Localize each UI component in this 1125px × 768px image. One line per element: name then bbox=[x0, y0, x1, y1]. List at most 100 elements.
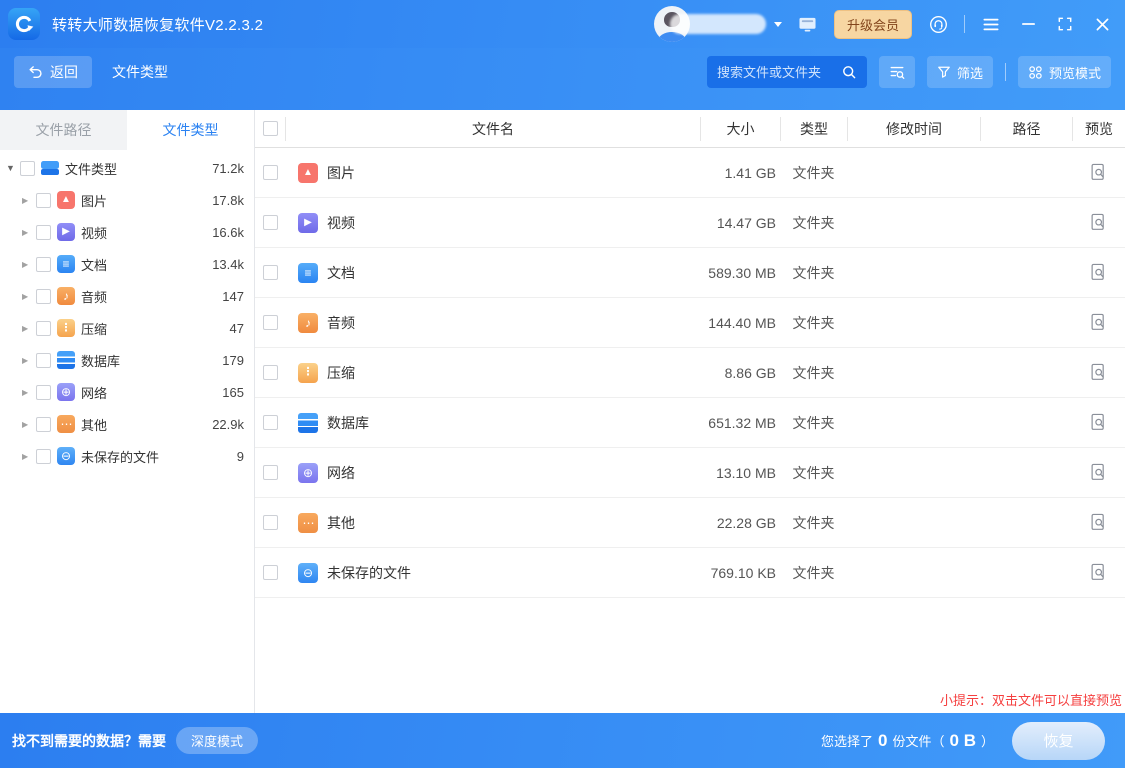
file-name: 网络 bbox=[327, 463, 355, 483]
tree-item[interactable]: ▶ ▶ 视频 16.6k bbox=[0, 216, 254, 248]
tree-caret-icon[interactable]: ▶ bbox=[22, 292, 36, 301]
recover-button[interactable]: 恢复 bbox=[1012, 722, 1105, 760]
list-search-icon bbox=[889, 64, 905, 80]
deep-mode-button[interactable]: 深度模式 bbox=[176, 727, 258, 754]
tree-checkbox[interactable] bbox=[36, 321, 51, 336]
table-row[interactable]: ▲ 图片 1.41 GB 文件夹 bbox=[255, 148, 1125, 198]
preview-icon[interactable] bbox=[1086, 210, 1112, 236]
tree-caret-icon[interactable]: ▶ bbox=[22, 388, 36, 397]
search-in-list-button[interactable] bbox=[879, 56, 915, 88]
table-row[interactable]: ⋮ 压缩 8.86 GB 文件夹 bbox=[255, 348, 1125, 398]
tree-item[interactable]: ▶ ♪ 音频 147 bbox=[0, 280, 254, 312]
preview-icon[interactable] bbox=[1086, 510, 1112, 536]
column-header-type[interactable]: 类型 bbox=[780, 117, 847, 141]
titlebar-divider bbox=[964, 15, 965, 33]
user-account[interactable] bbox=[654, 5, 782, 43]
row-checkbox[interactable] bbox=[263, 365, 278, 380]
close-icon[interactable] bbox=[1091, 13, 1113, 35]
back-button[interactable]: 返回 bbox=[14, 56, 92, 88]
minimize-icon[interactable] bbox=[1017, 13, 1039, 35]
tree-item[interactable]: ▶ 数据库 179 bbox=[0, 344, 254, 376]
tree-caret-icon[interactable]: ▶ bbox=[22, 356, 36, 365]
file-name: 压缩 bbox=[327, 363, 355, 383]
tree-caret-icon[interactable]: ▶ bbox=[22, 228, 36, 237]
tree-caret-icon[interactable]: ▼ bbox=[6, 163, 20, 173]
tree-checkbox[interactable] bbox=[36, 257, 51, 272]
preview-icon[interactable] bbox=[1086, 160, 1112, 186]
tree-item[interactable]: ▼ 文件类型 71.2k bbox=[0, 152, 254, 184]
tab-file-type[interactable]: 文件类型 bbox=[127, 110, 254, 150]
tree-checkbox[interactable] bbox=[36, 193, 51, 208]
funnel-icon bbox=[937, 65, 951, 79]
account-chevron-down-icon[interactable] bbox=[774, 22, 782, 27]
column-header-preview[interactable]: 预览 bbox=[1072, 117, 1125, 141]
grid-icon bbox=[1028, 65, 1043, 80]
search-input[interactable] bbox=[717, 65, 841, 80]
filetype-icon: ▶ bbox=[57, 223, 75, 241]
selection-size: 0 B bbox=[950, 731, 976, 751]
upgrade-member-button[interactable]: 升级会员 bbox=[834, 10, 912, 39]
row-checkbox[interactable] bbox=[263, 515, 278, 530]
selection-suffix: ） bbox=[981, 731, 994, 750]
tree-item[interactable]: ▶ ≡ 文档 13.4k bbox=[0, 248, 254, 280]
tree-caret-icon[interactable]: ▶ bbox=[22, 420, 36, 429]
column-header-modified[interactable]: 修改时间 bbox=[847, 117, 980, 141]
row-checkbox[interactable] bbox=[263, 415, 278, 430]
preview-icon[interactable] bbox=[1086, 460, 1112, 486]
tree-item[interactable]: ▶ ⋯ 其他 22.9k bbox=[0, 408, 254, 440]
back-button-label: 返回 bbox=[50, 62, 78, 82]
row-checkbox[interactable] bbox=[263, 465, 278, 480]
monitor-icon[interactable] bbox=[797, 13, 819, 35]
tree-item-count: 17.8k bbox=[212, 193, 244, 208]
table-row[interactable]: ⊖ 未保存的文件 769.10 KB 文件夹 bbox=[255, 548, 1125, 598]
tree-caret-icon[interactable]: ▶ bbox=[22, 260, 36, 269]
tab-file-path[interactable]: 文件路径 bbox=[0, 110, 127, 150]
table-row[interactable]: ♪ 音频 144.40 MB 文件夹 bbox=[255, 298, 1125, 348]
preview-icon[interactable] bbox=[1086, 360, 1112, 386]
tree-caret-icon[interactable]: ▶ bbox=[22, 452, 36, 461]
preview-icon[interactable] bbox=[1086, 260, 1112, 286]
filetype-icon: ⊖ bbox=[57, 447, 75, 465]
tree-checkbox[interactable] bbox=[36, 417, 51, 432]
column-header-path[interactable]: 路径 bbox=[980, 117, 1072, 141]
preview-icon[interactable] bbox=[1086, 410, 1112, 436]
tree-item[interactable]: ▶ ⋮ 压缩 47 bbox=[0, 312, 254, 344]
table-row[interactable]: ⋯ 其他 22.28 GB 文件夹 bbox=[255, 498, 1125, 548]
table-row[interactable]: ▶ 视频 14.47 GB 文件夹 bbox=[255, 198, 1125, 248]
tree-item[interactable]: ▶ ⊖ 未保存的文件 9 bbox=[0, 440, 254, 472]
table-row[interactable]: ≡ 文档 589.30 MB 文件夹 bbox=[255, 248, 1125, 298]
row-checkbox[interactable] bbox=[263, 265, 278, 280]
row-checkbox[interactable] bbox=[263, 165, 278, 180]
row-checkbox[interactable] bbox=[263, 315, 278, 330]
tree-item[interactable]: ▶ ▲ 图片 17.8k bbox=[0, 184, 254, 216]
tree-checkbox[interactable] bbox=[36, 449, 51, 464]
column-header-size[interactable]: 大小 bbox=[700, 117, 780, 141]
tree-checkbox[interactable] bbox=[36, 225, 51, 240]
customer-service-icon[interactable] bbox=[927, 13, 949, 35]
file-type: 文件夹 bbox=[780, 198, 847, 247]
preview-icon[interactable] bbox=[1086, 560, 1112, 586]
table-row[interactable]: 数据库 651.32 MB 文件夹 bbox=[255, 398, 1125, 448]
tree-checkbox[interactable] bbox=[36, 353, 51, 368]
tree-item[interactable]: ▶ ⊕ 网络 165 bbox=[0, 376, 254, 408]
preview-icon[interactable] bbox=[1086, 310, 1112, 336]
file-type: 文件夹 bbox=[780, 248, 847, 297]
file-path bbox=[980, 298, 1072, 347]
column-header-name[interactable]: 文件名 bbox=[285, 117, 700, 141]
filter-button[interactable]: 筛选 bbox=[927, 56, 993, 88]
select-all-checkbox[interactable] bbox=[263, 121, 278, 136]
row-checkbox[interactable] bbox=[263, 215, 278, 230]
file-name: 数据库 bbox=[327, 413, 369, 433]
tree-checkbox[interactable] bbox=[20, 161, 35, 176]
search-icon[interactable] bbox=[841, 64, 857, 80]
preview-mode-button[interactable]: 预览模式 bbox=[1018, 56, 1111, 88]
menu-icon[interactable] bbox=[980, 13, 1002, 35]
table-row[interactable]: ⊕ 网络 13.10 MB 文件夹 bbox=[255, 448, 1125, 498]
tree-caret-icon[interactable]: ▶ bbox=[22, 196, 36, 205]
search-box[interactable] bbox=[707, 56, 867, 88]
tree-caret-icon[interactable]: ▶ bbox=[22, 324, 36, 333]
row-checkbox[interactable] bbox=[263, 565, 278, 580]
maximize-icon[interactable] bbox=[1054, 13, 1076, 35]
tree-checkbox[interactable] bbox=[36, 289, 51, 304]
tree-checkbox[interactable] bbox=[36, 385, 51, 400]
